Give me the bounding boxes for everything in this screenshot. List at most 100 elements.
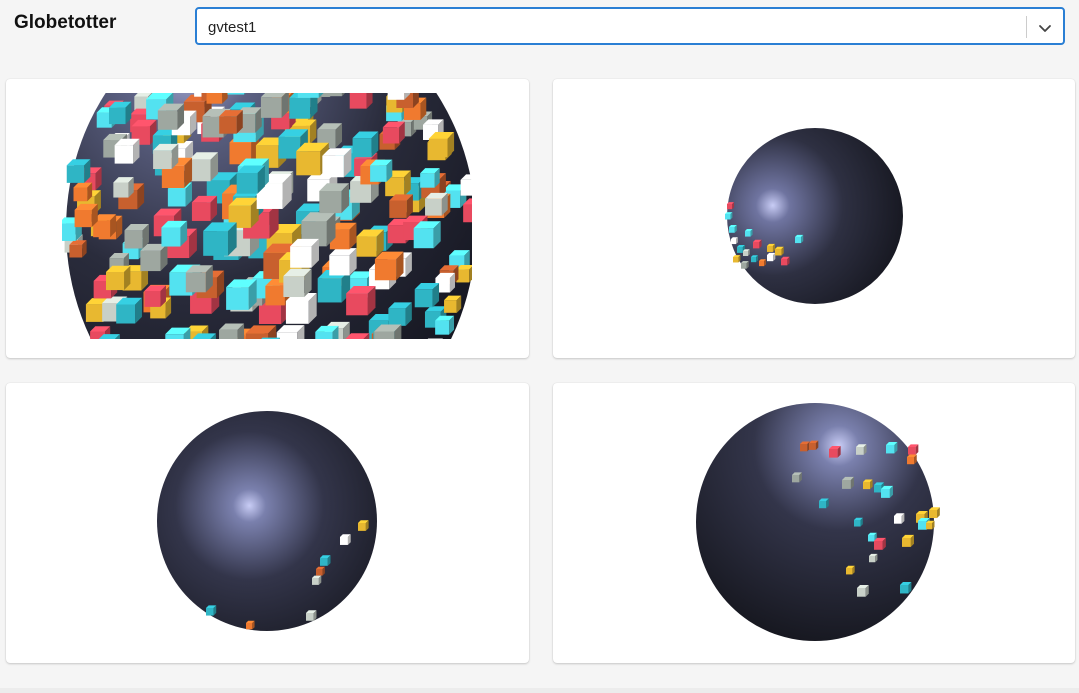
- cube-marker: [743, 249, 750, 257]
- select-divider: [1026, 16, 1027, 38]
- globe-canvas-3[interactable]: [6, 383, 529, 663]
- cube-marker: [260, 93, 289, 118]
- dataset-select-value: gvtest1: [208, 19, 257, 36]
- cube-marker: [236, 165, 265, 194]
- cube-marker: [226, 279, 257, 310]
- cube-marker: [154, 79, 177, 80]
- cube-marker: [908, 444, 919, 455]
- globe-canvas-2[interactable]: [553, 79, 1075, 358]
- cube-marker: [233, 79, 259, 83]
- globe-view-3[interactable]: [6, 383, 529, 663]
- cube-marker: [98, 334, 120, 339]
- cube-marker: [741, 260, 749, 269]
- cube-marker: [322, 148, 352, 178]
- cube-marker: [245, 325, 277, 339]
- cube-marker: [846, 565, 855, 575]
- globe-view-1[interactable]: [6, 79, 529, 358]
- cube-marker: [809, 440, 819, 450]
- cube-marker: [428, 132, 455, 158]
- cube-marker: [767, 243, 776, 252]
- cube-marker: [420, 168, 440, 188]
- globe-view-2[interactable]: [553, 79, 1075, 358]
- cube-marker: [189, 152, 219, 182]
- cube-marker: [456, 265, 472, 283]
- cube-marker: [319, 183, 350, 214]
- cube-marker: [926, 520, 935, 530]
- cube-marker: [295, 341, 322, 358]
- cube-marker: [775, 246, 784, 256]
- cube-marker: [312, 575, 322, 585]
- cube-marker: [800, 441, 810, 452]
- cube-marker: [192, 333, 216, 339]
- cube-marker: [759, 259, 766, 267]
- bottom-bar: [0, 688, 1079, 693]
- cube-marker: [108, 101, 132, 125]
- cube-marker: [894, 513, 905, 524]
- cube-marker: [346, 285, 376, 316]
- cube-marker: [185, 265, 213, 293]
- globe-sphere: [157, 411, 377, 631]
- cube-marker: [265, 348, 291, 358]
- cube-marker: [460, 174, 472, 196]
- cube-marker: [414, 282, 440, 308]
- cube-marker: [731, 237, 738, 245]
- cube-marker: [929, 507, 940, 519]
- cube-marker: [340, 534, 351, 545]
- cube-marker: [856, 444, 867, 455]
- cube-marker: [358, 520, 369, 531]
- globe-sphere: [727, 128, 903, 304]
- cube-marker: [309, 79, 334, 88]
- chevron-down-icon[interactable]: [1035, 18, 1055, 38]
- cube-marker: [73, 182, 93, 202]
- cube-marker: [144, 285, 166, 307]
- cube-marker: [751, 255, 758, 263]
- cube-marker: [857, 584, 869, 597]
- cube-marker: [261, 337, 280, 339]
- cube-marker: [413, 221, 441, 249]
- cube-marker: [113, 177, 134, 198]
- cube-marker: [427, 338, 443, 339]
- cube-marker: [435, 315, 455, 335]
- cube-marker: [285, 293, 317, 324]
- cube-marker: [370, 159, 393, 182]
- cube-marker: [276, 325, 305, 339]
- cube-marker: [729, 224, 737, 233]
- cube-marker: [374, 324, 402, 339]
- cube-marker: [165, 327, 191, 339]
- cube-marker: [311, 79, 335, 87]
- cube-marker: [306, 610, 317, 621]
- cube-marker: [792, 472, 802, 483]
- cube-marker: [227, 93, 246, 95]
- cube-marker: [66, 159, 91, 183]
- cube-marker: [140, 243, 168, 272]
- cube-marker: [290, 238, 319, 268]
- cube-marker: [907, 454, 917, 465]
- cube-marker: [854, 517, 863, 527]
- globe-canvas-4[interactable]: [553, 383, 1075, 663]
- cube-marker: [829, 445, 841, 458]
- app-header: Globetotter gvtest1: [0, 0, 1079, 60]
- dataset-select[interactable]: gvtest1: [195, 7, 1065, 45]
- cube-marker: [900, 582, 912, 594]
- cube-marker: [372, 355, 398, 358]
- cube-marker: [387, 93, 411, 100]
- cube-marker: [819, 498, 829, 509]
- cube-marker: [795, 234, 804, 244]
- cube-marker: [237, 348, 266, 358]
- globe-view-4[interactable]: [553, 383, 1075, 663]
- cube-marker: [881, 485, 893, 498]
- cube-marker: [463, 198, 472, 223]
- cube-marker: [315, 325, 339, 339]
- cube-marker: [869, 553, 878, 563]
- cube-marker: [356, 229, 384, 257]
- cube-marker: [388, 302, 412, 326]
- cube-marker: [294, 79, 320, 90]
- cube-marker: [444, 295, 462, 313]
- cube-marker: [745, 229, 753, 237]
- globe-canvas-1[interactable]: [6, 79, 529, 358]
- cube-marker: [206, 605, 217, 616]
- cube-marker: [328, 79, 355, 84]
- cube-marker: [352, 131, 379, 158]
- cube-marker: [206, 93, 228, 104]
- cube-marker: [326, 93, 346, 97]
